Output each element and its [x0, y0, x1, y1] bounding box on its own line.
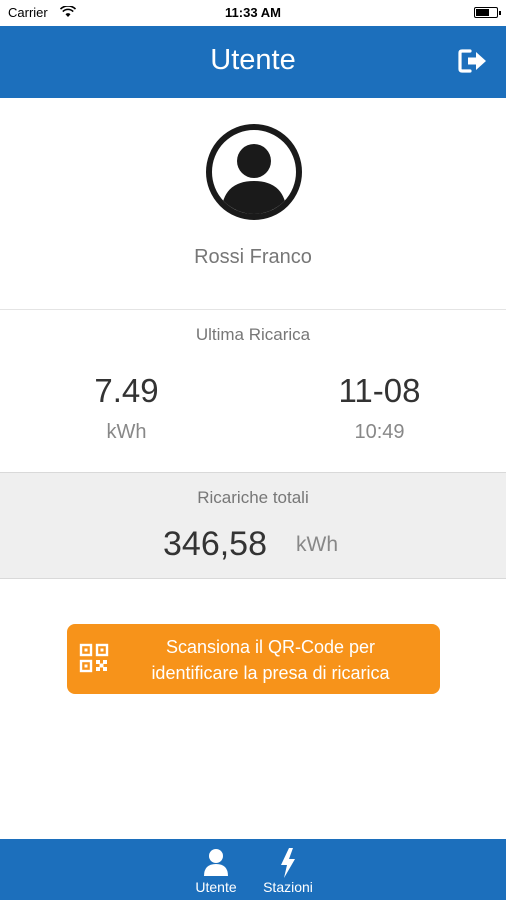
user-icon — [204, 849, 228, 876]
tab-stazioni[interactable]: Stazioni — [252, 839, 324, 900]
totals-value: 346,58 — [163, 525, 267, 563]
scan-qr-label: Scansiona il QR-Code per identificare la… — [109, 634, 432, 686]
nav-bar: Utente — [0, 26, 506, 98]
scan-qr-button[interactable]: Scansiona il QR-Code per identificare la… — [67, 624, 440, 694]
status-time: 11:33 AM — [225, 5, 281, 20]
logout-icon[interactable] — [458, 48, 488, 74]
scan-qr-label-line2: identificare la presa di ricarica — [151, 663, 390, 683]
totals-label: Ricariche totali — [197, 488, 309, 507]
totals-panel: Ricariche totali 346,58 kWh — [0, 472, 506, 579]
lightning-icon — [281, 848, 295, 878]
divider — [0, 309, 506, 310]
user-name: Rossi Franco — [194, 246, 312, 268]
tab-utente-label: Utente — [195, 879, 237, 895]
last-charge-energy-unit: kWh — [106, 421, 147, 443]
totals-unit: kWh — [296, 533, 338, 556]
battery-icon — [474, 7, 501, 18]
user-avatar-icon — [206, 124, 302, 220]
tab-stazioni-label: Stazioni — [263, 879, 313, 895]
last-charge-label: Ultima Ricarica — [195, 325, 311, 344]
tab-utente[interactable]: Utente — [186, 839, 246, 900]
last-charge-energy: 7.49 — [94, 372, 159, 409]
page-title: Utente — [210, 44, 296, 76]
qr-code-icon — [79, 643, 109, 673]
last-charge-date: 11-08 — [338, 372, 421, 409]
tab-bar: Utente Stazioni — [0, 839, 506, 900]
scan-qr-label-line1: Scansiona il QR-Code per — [165, 637, 376, 657]
status-bar: Carrier 11:33 AM — [0, 0, 506, 26]
last-charge-time: 10:49 — [354, 421, 405, 443]
